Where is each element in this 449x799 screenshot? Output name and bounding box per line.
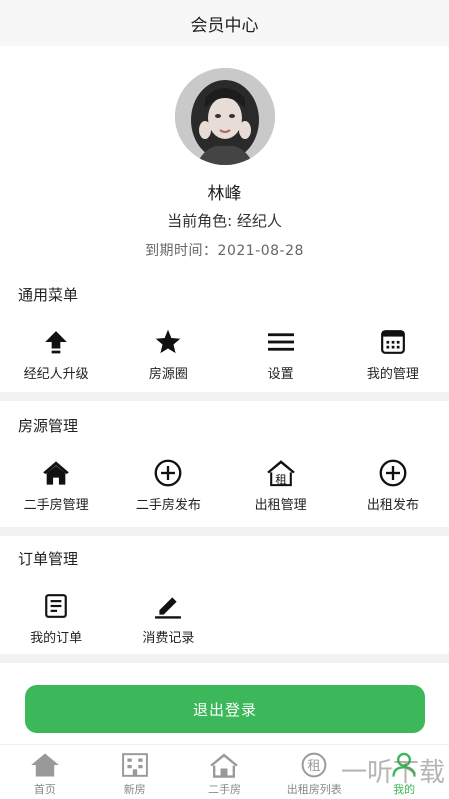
star-icon <box>153 327 183 357</box>
menu-item-rent-management[interactable]: 租 出租管理 <box>225 458 337 513</box>
menu-item-my-orders[interactable]: 我的订单 <box>0 591 112 646</box>
property-management-section: 房源管理 二手房管理 二手房发布 租 出租管理 出租发布 <box>0 401 449 527</box>
menu-item-label: 我的管理 <box>366 367 419 382</box>
divider <box>0 654 449 663</box>
tab-rent-list[interactable]: 租 出租房列表 <box>269 745 359 799</box>
tab-label: 我的 <box>393 783 416 796</box>
section-title: 订单管理 <box>18 550 79 568</box>
menu-item-secondhand-management[interactable]: 二手房管理 <box>0 458 112 513</box>
menu-item-label: 出租发布 <box>366 498 419 513</box>
rent-icon: 租 <box>299 751 329 779</box>
menu-item-label: 经纪人升级 <box>23 367 89 382</box>
order-management-section: 订单管理 我的订单 消费记录 <box>0 536 449 654</box>
menu-item-label: 二手房管理 <box>23 498 89 513</box>
plus-circle-icon <box>378 458 408 488</box>
tab-secondhand[interactable]: 二手房 <box>180 745 270 799</box>
profile-card: 林峰 当前角色: 经纪人 到期时间：2021-08-28 <box>0 46 449 260</box>
general-menu-section: 通用菜单 经纪人升级 房源圈 设置 我的管理 <box>0 260 449 392</box>
divider <box>0 527 449 536</box>
app-header: 会员中心 <box>0 0 449 46</box>
menu-lines-icon <box>266 327 296 357</box>
svg-text:租: 租 <box>308 759 321 774</box>
menu-item-label: 消费记录 <box>142 631 195 646</box>
page-title: 会员中心 <box>190 15 259 36</box>
section-title: 通用菜单 <box>18 286 79 304</box>
menu-item-consumption-records[interactable]: 消费记录 <box>112 591 224 646</box>
menu-item-secondhand-publish[interactable]: 二手房发布 <box>112 458 224 513</box>
svg-text:租: 租 <box>275 472 287 486</box>
section-title: 房源管理 <box>18 417 79 435</box>
house-icon <box>209 751 239 779</box>
person-icon <box>389 751 419 779</box>
tab-label: 新房 <box>123 783 146 796</box>
tab-label: 首页 <box>33 783 56 796</box>
rent-house-icon: 租 <box>266 458 296 488</box>
divider <box>0 392 449 401</box>
bottom-tabbar: 首页 新房 二手房 租 出租房列表 我的 <box>0 744 449 799</box>
calendar-icon <box>378 327 408 357</box>
plus-circle-icon <box>153 458 183 488</box>
menu-item-listing-circle[interactable]: 房源圈 <box>112 327 224 382</box>
user-name: 林峰 <box>207 184 242 204</box>
avatar-image <box>174 68 275 165</box>
user-role: 当前角色: 经纪人 <box>167 212 282 230</box>
edit-pen-icon <box>153 591 183 621</box>
menu-item-my-management[interactable]: 我的管理 <box>337 327 449 382</box>
menu-item-label: 房源圈 <box>148 367 188 382</box>
tab-label: 出租房列表 <box>286 783 342 796</box>
document-icon <box>41 591 71 621</box>
menu-item-rent-publish[interactable]: 出租发布 <box>337 458 449 513</box>
home-icon <box>30 751 60 779</box>
building-icon <box>120 751 150 779</box>
tab-label: 二手房 <box>207 783 241 796</box>
expire-date: 到期时间：2021-08-28 <box>145 243 304 259</box>
menu-item-label: 出租管理 <box>254 498 307 513</box>
menu-item-settings[interactable]: 设置 <box>225 327 337 382</box>
tab-mine[interactable]: 我的 <box>359 745 449 799</box>
avatar[interactable] <box>174 68 275 165</box>
house-icon <box>41 458 71 488</box>
menu-item-label: 二手房发布 <box>135 498 201 513</box>
tab-home[interactable]: 首页 <box>0 745 90 799</box>
logout-button[interactable]: 退出登录 <box>25 685 425 733</box>
menu-item-label: 我的订单 <box>30 631 83 646</box>
menu-item-agent-upgrade[interactable]: 经纪人升级 <box>0 327 112 382</box>
upgrade-arrow-icon <box>41 327 71 357</box>
tab-new-homes[interactable]: 新房 <box>90 745 180 799</box>
menu-item-label: 设置 <box>267 367 294 382</box>
